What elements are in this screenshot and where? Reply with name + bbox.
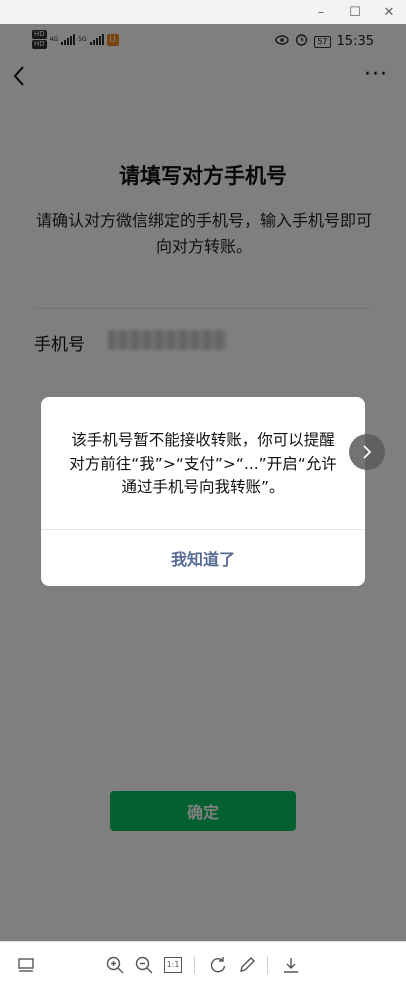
dialog-message: 该手机号暂不能接收转账，你可以提醒对方前往“我”>“支付”>“...”开启“允许… [69,431,337,496]
rotate-icon [210,957,226,973]
edit-button[interactable] [234,952,260,978]
toolbar-separator [194,956,195,974]
thumbnail-button[interactable] [13,952,39,978]
rotate-button[interactable] [205,952,231,978]
zoom-out-button[interactable] [131,952,157,978]
zoom-in-icon [106,956,124,974]
minimize-button[interactable]: – [304,0,338,24]
maximize-button[interactable]: ☐ [338,0,372,24]
download-button[interactable] [278,952,304,978]
viewer-toolbar: 1:1 [0,941,406,989]
actual-size-icon: 1:1 [163,957,183,973]
toolbar-separator [267,956,268,974]
viewer-title-bar: – ☐ ✕ [0,0,406,24]
phone-screen: HD HD 4G 5G U 57 15:35 ··· 请填写对方手机号 请确认对… [0,24,406,941]
pencil-icon [240,957,255,972]
thumbnail-icon [18,958,34,972]
zoom-in-button[interactable] [102,952,128,978]
chevron-right-icon [363,445,372,459]
zoom-out-icon [135,956,153,974]
close-button[interactable]: ✕ [372,0,406,24]
alert-dialog: 该手机号暂不能接收转账，你可以提醒对方前往“我”>“支付”>“...”开启“允许… [41,397,365,586]
dialog-ok-button[interactable]: 我知道了 [41,530,365,586]
next-image-button[interactable] [349,434,385,470]
download-icon [284,958,298,973]
actual-size-button[interactable]: 1:1 [160,952,186,978]
